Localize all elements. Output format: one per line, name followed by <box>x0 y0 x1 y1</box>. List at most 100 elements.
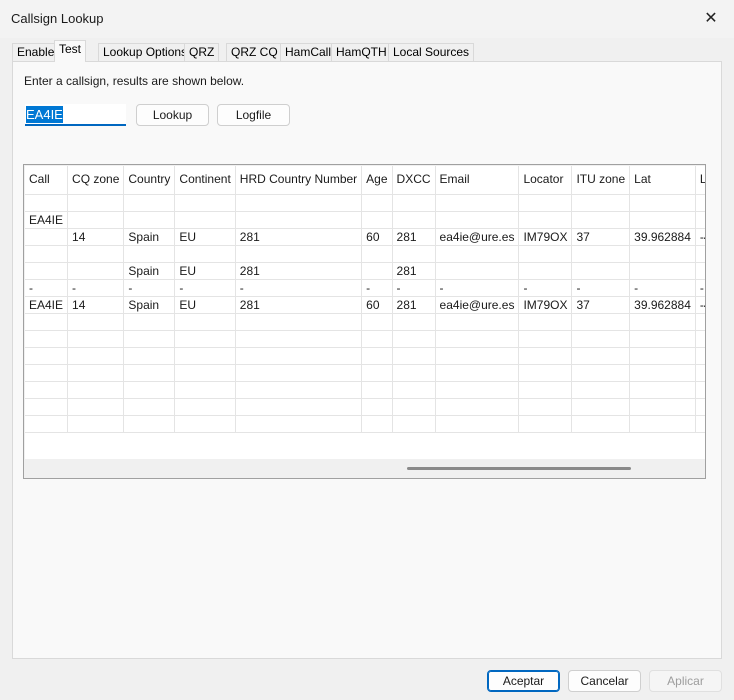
table-cell <box>435 415 520 433</box>
table-row[interactable] <box>25 398 705 416</box>
table-cell <box>518 262 573 280</box>
table-cell <box>235 313 363 331</box>
table-row[interactable]: EA4IE <box>25 211 705 229</box>
table-cell <box>25 415 69 433</box>
table-cell <box>361 262 393 280</box>
table-cell <box>571 313 631 331</box>
table-row[interactable] <box>25 194 705 212</box>
table-row[interactable]: ------------ <box>25 279 705 297</box>
tab-test[interactable]: Test <box>54 40 87 62</box>
table-cell <box>571 330 631 348</box>
table-cell: - <box>435 279 520 297</box>
table-cell: - <box>235 279 363 297</box>
table-cell <box>629 194 696 212</box>
table-cell <box>235 398 363 416</box>
table-cell <box>67 347 125 365</box>
callsign-lookup-dialog: Callsign Lookup ✕ Enable Test Lookup Opt… <box>0 0 734 700</box>
callsign-input[interactable]: EA4IE <box>25 104 126 126</box>
table-cell <box>67 194 125 212</box>
table-cell: EU <box>174 296 236 314</box>
table-cell <box>435 211 520 229</box>
test-tab-page: Enter a callsign, results are shown belo… <box>12 61 722 659</box>
table-cell <box>629 262 696 280</box>
table-row[interactable] <box>25 330 705 348</box>
table-row[interactable]: EA4IE 14 Spain EU 281 60 281 ea4ie@ure.es IM79OX… <box>25 296 705 314</box>
tab-hamqth[interactable]: HamQTH <box>331 43 392 62</box>
scrollbar-thumb[interactable] <box>407 467 631 470</box>
apply-button[interactable]: Aplicar <box>649 670 722 692</box>
table-cell <box>695 398 705 416</box>
table-row[interactable] <box>25 364 705 382</box>
table-cell <box>361 415 393 433</box>
column-header[interactable]: Lat <box>629 166 696 195</box>
column-header[interactable]: Email <box>435 166 520 195</box>
tab-enable[interactable]: Enable <box>12 43 60 62</box>
tab-lookup-options[interactable]: Lookup Options <box>98 43 193 62</box>
column-header[interactable]: Locator <box>518 166 573 195</box>
column-header[interactable]: CQ zone <box>67 166 125 195</box>
table-cell <box>361 347 393 365</box>
table-cell <box>174 211 236 229</box>
tab-qrz[interactable]: QRZ <box>184 43 220 62</box>
table-cell <box>695 347 705 365</box>
title-bar: Callsign Lookup ✕ <box>0 0 734 38</box>
column-header[interactable]: Call <box>25 166 69 195</box>
table-cell: Spain <box>123 296 176 314</box>
column-header[interactable]: Lon <box>695 166 705 195</box>
table-cell <box>392 245 436 263</box>
table-cell <box>67 313 125 331</box>
table-cell <box>174 194 236 212</box>
table-cell <box>629 313 696 331</box>
table-cell <box>123 415 176 433</box>
table-cell: - <box>361 279 393 297</box>
table-cell <box>67 330 125 348</box>
column-header[interactable]: Age <box>361 166 393 195</box>
table-cell: EA4IE <box>25 296 69 314</box>
table-cell: 281 <box>392 228 436 246</box>
table-cell: - <box>695 279 705 297</box>
table-cell <box>571 398 631 416</box>
table-cell <box>235 330 363 348</box>
table-cell: - <box>67 279 125 297</box>
table-row[interactable] <box>25 347 705 365</box>
column-header[interactable]: HRD Country Number <box>235 166 363 195</box>
table-cell <box>25 194 69 212</box>
table-cell <box>25 228 69 246</box>
table-cell <box>392 194 436 212</box>
lookup-button[interactable]: Lookup <box>136 104 209 126</box>
table-cell <box>518 211 573 229</box>
table-cell <box>25 381 69 399</box>
table-cell: - <box>25 279 69 297</box>
close-button[interactable]: ✕ <box>688 0 734 36</box>
column-header[interactable]: DXCC <box>392 166 436 195</box>
logfile-button[interactable]: Logfile <box>217 104 290 126</box>
table-cell <box>435 330 520 348</box>
results-grid[interactable]: Call CQ zone Country Continent HRD Country N… <box>23 164 706 479</box>
table-row[interactable] <box>25 313 705 331</box>
table-cell <box>435 262 520 280</box>
column-header[interactable]: Continent <box>174 166 236 195</box>
table-cell <box>361 194 393 212</box>
table-cell <box>695 262 705 280</box>
table-row[interactable]: 14 Spain EU 281 60 281 ea4ie@ure.es IM79OX 37 39.… <box>25 228 705 246</box>
table-cell <box>629 364 696 382</box>
column-header[interactable]: Country <box>123 166 176 195</box>
tab-qrz-cq[interactable]: QRZ CQ <box>226 43 283 62</box>
ok-button[interactable]: Aceptar <box>487 670 560 692</box>
tab-hamcall[interactable]: HamCall <box>280 43 337 62</box>
cancel-button[interactable]: Cancelar <box>568 670 641 692</box>
table-cell <box>629 211 696 229</box>
horizontal-scrollbar[interactable] <box>25 459 705 478</box>
tab-local-sources[interactable]: Local Sources <box>388 43 475 62</box>
table-row[interactable] <box>25 415 705 433</box>
table-cell <box>392 364 436 382</box>
table-row[interactable]: Spain EU 281 281 <box>25 262 705 280</box>
table-cell <box>67 381 125 399</box>
table-cell <box>67 364 125 382</box>
table-row[interactable] <box>25 381 705 399</box>
table-cell <box>695 194 705 212</box>
table-row[interactable] <box>25 245 705 263</box>
table-cell: 37 <box>571 228 631 246</box>
table-cell: ea4ie@ure.es <box>435 296 520 314</box>
column-header[interactable]: ITU zone <box>571 166 631 195</box>
